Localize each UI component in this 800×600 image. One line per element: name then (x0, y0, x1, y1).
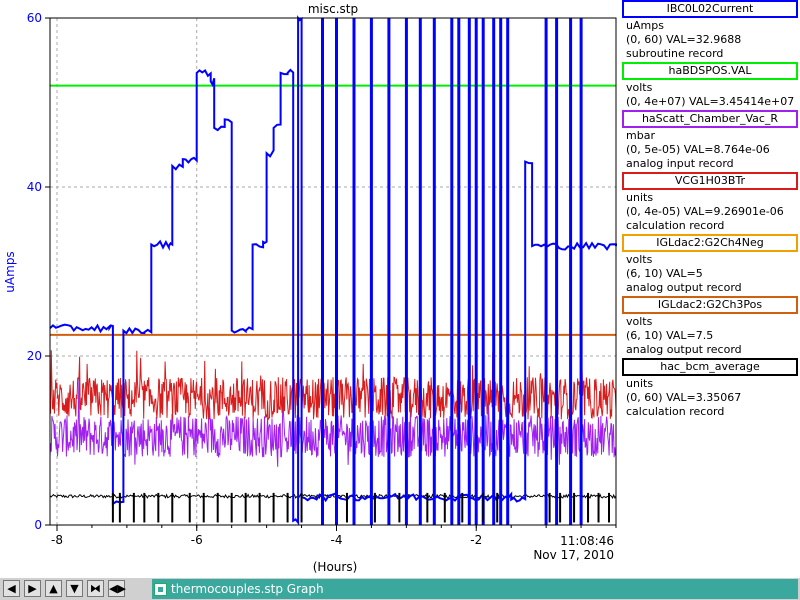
legend-record-type: calculation record (626, 219, 725, 232)
y-tick-label: 0 (34, 518, 42, 532)
legend-record-type: calculation record (626, 405, 725, 418)
legend-entry[interactable]: IBC0L02Current uAmps (0, 60) VAL=32.9688 su… (620, 0, 800, 61)
series-layer (49, 15, 617, 526)
legend-range-value: (0, 4e-05) VAL=9.26901e-06 (626, 205, 784, 218)
current-trip-spike (404, 18, 408, 525)
legend-record-type: analog input record (626, 157, 734, 170)
legend-pv-name[interactable]: VCG1H03BTr (622, 172, 798, 190)
legend-pv-name[interactable]: IGLdac2:G2Ch4Neg (622, 234, 798, 252)
date-label: Nov 17, 2010 (533, 548, 614, 562)
scroll-right-button[interactable]: ▶ (24, 580, 41, 597)
zoom-in-button[interactable]: ⧓ (87, 580, 104, 597)
x-axis-label: (Hours) (313, 560, 358, 574)
window-icon (154, 583, 167, 596)
legend-pv-name[interactable]: IGLdac2:G2Ch3Pos (622, 296, 798, 314)
x-tick-label: -6 (191, 533, 203, 547)
legend: IBC0L02Current uAmps (0, 60) VAL=32.9688 su… (620, 0, 800, 420)
current-trip-spike (481, 18, 485, 525)
current-trip-spike (387, 18, 391, 525)
current-trip-spike (457, 18, 461, 525)
x-tick-label: -4 (331, 533, 343, 547)
legend-unit: mbar (626, 129, 655, 142)
zoom-out-button[interactable]: ◀▶ (108, 580, 126, 597)
legend-unit: units (626, 191, 654, 204)
current-trip-spike (569, 18, 573, 525)
legend-unit: uAmps (626, 19, 664, 32)
legend-range-value: (0, 4e+07) VAL=3.45414e+07 (626, 95, 795, 108)
current-trip-spike (418, 18, 422, 525)
current-trip-spike (335, 18, 338, 525)
current-trip-spike (321, 18, 324, 525)
current-trip-spike (579, 18, 583, 525)
current-trip-spike (467, 18, 471, 525)
legend-unit: volts (626, 315, 653, 328)
legend-record-type: analog output record (626, 343, 742, 356)
scroll-up-button[interactable]: ▲ (45, 580, 62, 597)
legend-unit: volts (626, 81, 653, 94)
current-trip-spike (544, 18, 548, 525)
current-trip-spike (369, 18, 373, 525)
y-tick-label: 40 (27, 180, 42, 194)
chart-title: misc.stp (308, 2, 358, 16)
task-graph-button[interactable]: thermocouples.stp Graph (152, 579, 798, 599)
legend-record-type: subroutine record (626, 47, 724, 60)
legend-pv-name[interactable]: IBC0L02Current (622, 0, 798, 18)
time-label: 11:08:46 (560, 534, 614, 548)
legend-entry[interactable]: haBDSPOS.VAL volts (0, 4e+07) VAL=3.45414e… (620, 62, 800, 109)
current-trip-spike (450, 18, 454, 525)
task-label: thermocouples.stp Graph (171, 582, 324, 596)
current-trip-spike (432, 18, 436, 525)
legend-range-value: (6, 10) VAL=5 (626, 267, 703, 280)
y-axis-label: uAmps (3, 251, 17, 292)
x-tick-label: -8 (51, 533, 63, 547)
taskbar: ◀ ▶ ▲ ▼ ⧓ ◀▶ thermocouples.stp Graph (0, 578, 800, 600)
scroll-down-button[interactable]: ▼ (66, 580, 83, 597)
y-tick-label: 20 (27, 349, 42, 363)
current-trip-spike (352, 18, 356, 525)
legend-record-type: analog output record (626, 281, 742, 294)
legend-range-value: (0, 5e-05) VAL=8.764e-06 (626, 143, 770, 156)
y-tick-label: 60 (27, 11, 42, 25)
current-trip-spike (499, 18, 503, 525)
legend-unit: volts (626, 253, 653, 266)
legend-unit: units (626, 377, 654, 390)
legend-pv-name[interactable]: haScatt_Chamber_Vac_R (622, 110, 798, 128)
legend-entry[interactable]: hac_bcm_average units (0, 60) VAL=3.35067 c… (620, 358, 800, 419)
legend-pv-name[interactable]: hac_bcm_average (622, 358, 798, 376)
legend-entry[interactable]: VCG1H03BTr units (0, 4e-05) VAL=9.26901e-0… (620, 172, 800, 233)
strip-chart: -8 -6 -4 -2 0 20 40 60 misc.stp uAmps (Hours) 1… (3, 2, 617, 574)
legend-entry[interactable]: IGLdac2:G2Ch3Pos volts (6, 10) VAL=7.5 anal… (620, 296, 800, 357)
legend-range-value: (6, 10) VAL=7.5 (626, 329, 714, 342)
current-trip-spike (506, 18, 510, 525)
legend-range-value: (0, 60) VAL=3.35067 (626, 391, 742, 404)
legend-entry[interactable]: haScatt_Chamber_Vac_R mbar (0, 5e-05) VAL=… (620, 110, 800, 171)
current-trip-spike (474, 18, 478, 525)
legend-entry[interactable]: IGLdac2:G2Ch4Neg volts (6, 10) VAL=5 analog… (620, 234, 800, 295)
series-vcg1h03btr (49, 350, 617, 421)
x-tick-label: -2 (470, 533, 482, 547)
legend-pv-name[interactable]: haBDSPOS.VAL (622, 62, 798, 80)
current-trip-spike (492, 18, 496, 525)
scroll-left-button[interactable]: ◀ (3, 580, 20, 597)
current-trip-spike (555, 18, 559, 525)
legend-range-value: (0, 60) VAL=32.9688 (626, 33, 742, 46)
